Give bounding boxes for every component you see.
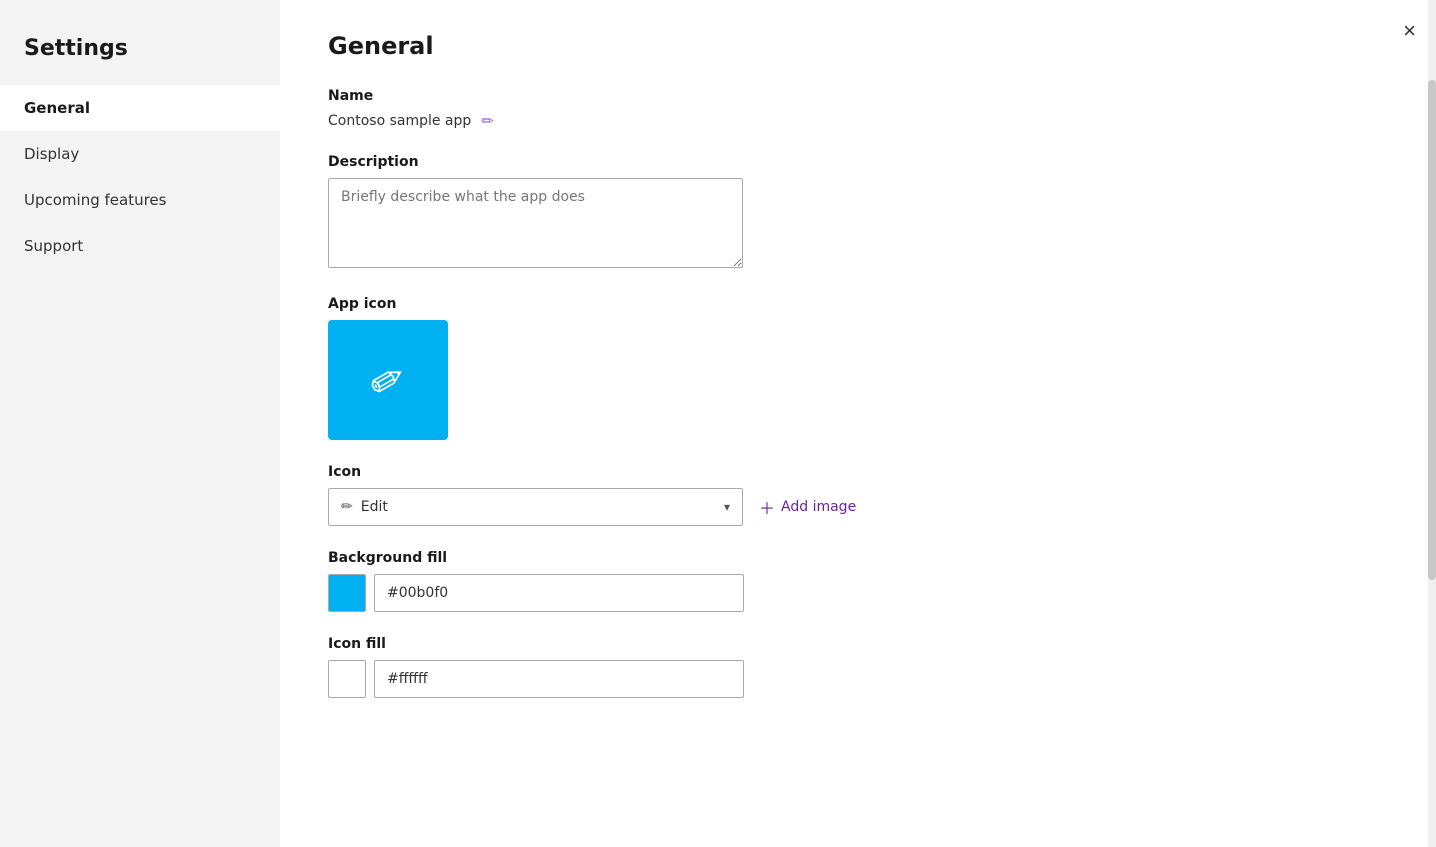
- icon-dropdown-value: Edit: [361, 499, 388, 515]
- add-image-button[interactable]: ＋ Add image: [759, 495, 856, 519]
- sidebar-item-general[interactable]: General: [0, 85, 280, 131]
- app-icon-pencil-icon: ✏: [360, 350, 415, 410]
- icon-section: Icon ✏ Edit ▾ ＋ Add image: [328, 464, 1388, 526]
- icon-dropdown-pencil-icon: ✏: [341, 499, 353, 515]
- name-section: Name Contoso sample app ✏: [328, 88, 1388, 130]
- icon-row: ✏ Edit ▾ ＋ Add image: [328, 488, 1388, 526]
- description-textarea[interactable]: [328, 178, 743, 268]
- description-section: Description: [328, 154, 1388, 272]
- icon-fill-section: Icon fill: [328, 636, 1388, 698]
- close-button[interactable]: ×: [1403, 20, 1416, 42]
- add-image-label: Add image: [781, 499, 856, 515]
- sidebar-item-display[interactable]: Display: [0, 131, 280, 177]
- icon-color-swatch[interactable]: [328, 660, 366, 698]
- sidebar: Settings General Display Upcoming featur…: [0, 0, 280, 847]
- chevron-down-icon: ▾: [724, 500, 730, 514]
- name-row: Contoso sample app ✏: [328, 112, 1388, 130]
- icon-color-input[interactable]: [374, 660, 744, 698]
- background-fill-label: Background fill: [328, 550, 1388, 566]
- background-color-input[interactable]: [374, 574, 744, 612]
- background-fill-section: Background fill: [328, 550, 1388, 612]
- background-fill-row: [328, 574, 1388, 612]
- settings-title: Settings: [0, 20, 280, 85]
- icon-fill-row: [328, 660, 1388, 698]
- icon-fill-label: Icon fill: [328, 636, 1388, 652]
- name-edit-icon[interactable]: ✏: [481, 112, 494, 130]
- app-icon-box[interactable]: ✏: [328, 320, 448, 440]
- plus-icon: ＋: [759, 495, 775, 519]
- scrollbar-track: [1428, 0, 1436, 847]
- sidebar-item-upcoming-features[interactable]: Upcoming features: [0, 177, 280, 223]
- sidebar-item-support[interactable]: Support: [0, 223, 280, 269]
- app-icon-label: App icon: [328, 296, 1388, 312]
- background-color-swatch[interactable]: [328, 574, 366, 612]
- panel-title: General: [328, 32, 1388, 60]
- scrollbar-thumb[interactable]: [1428, 80, 1436, 580]
- main-panel: × General Name Contoso sample app ✏ Desc…: [280, 0, 1436, 847]
- icon-label: Icon: [328, 464, 1388, 480]
- app-icon-section: App icon ✏: [328, 296, 1388, 440]
- description-label: Description: [328, 154, 1388, 170]
- name-label: Name: [328, 88, 1388, 104]
- icon-dropdown[interactable]: ✏ Edit ▾: [328, 488, 743, 526]
- name-value: Contoso sample app: [328, 113, 471, 129]
